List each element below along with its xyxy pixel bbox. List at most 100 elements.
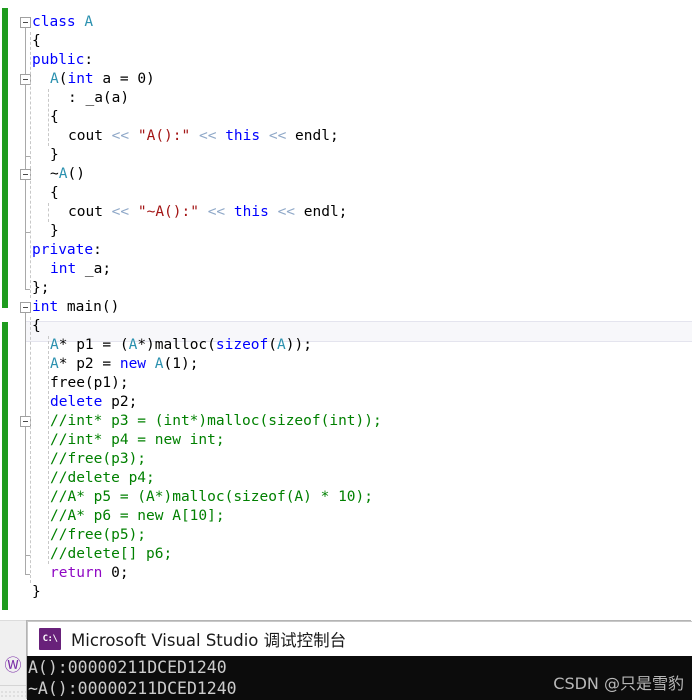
code-line[interactable]: int _a; bbox=[50, 260, 111, 279]
code-token: class bbox=[32, 14, 85, 30]
code-surface[interactable]: class A{public: A(int a = 0): _a(a){cout … bbox=[26, 0, 692, 620]
indent-guide bbox=[30, 32, 31, 298]
code-line[interactable]: : _a(a) bbox=[68, 89, 129, 108]
code-token: << bbox=[207, 204, 226, 220]
code-editor[interactable]: class A{public: A(int a = 0): _a(a){cout … bbox=[0, 0, 692, 620]
strip-rule bbox=[0, 685, 27, 686]
code-token: main() bbox=[58, 299, 120, 315]
code-token: ( bbox=[268, 337, 278, 353]
code-line[interactable]: A* p2 = new A(1); bbox=[50, 355, 198, 374]
code-token: int bbox=[67, 71, 94, 87]
code-token: } bbox=[50, 147, 59, 163]
indent-guide bbox=[30, 317, 31, 583]
code-token: << bbox=[111, 204, 130, 220]
code-token: free(p1); bbox=[50, 375, 129, 391]
code-line[interactable]: } bbox=[50, 222, 59, 241]
code-line[interactable]: return 0; bbox=[50, 564, 129, 583]
code-token: int bbox=[50, 261, 77, 277]
code-token: int bbox=[32, 299, 59, 315]
code-line[interactable]: //free(p3); bbox=[50, 450, 146, 469]
code-token: public bbox=[32, 52, 85, 68]
code-token: : _a(a) bbox=[68, 90, 130, 106]
indent-guide bbox=[48, 336, 49, 564]
code-line[interactable]: //int* p4 = new int; bbox=[50, 431, 225, 450]
code-token: _a; bbox=[76, 261, 112, 277]
code-token: cout bbox=[68, 128, 112, 144]
code-token: "~A():" bbox=[137, 204, 199, 220]
code-token: << bbox=[268, 128, 287, 144]
code-line[interactable]: { bbox=[50, 184, 59, 203]
code-token: new bbox=[119, 356, 147, 372]
indent-guide bbox=[48, 89, 49, 146]
code-token: A bbox=[50, 356, 59, 372]
code-token: cout bbox=[68, 204, 112, 220]
assistant-icon[interactable]: Ⓦ bbox=[3, 656, 23, 676]
code-line[interactable]: { bbox=[32, 32, 41, 51]
code-line[interactable]: //free(p5); bbox=[50, 526, 146, 545]
code-token: //A* p5 = (A*)malloc(sizeof(A) * 10); bbox=[50, 489, 374, 505]
code-token: A bbox=[277, 337, 286, 353]
code-line[interactable]: A* p1 = (A*)malloc(sizeof(A)); bbox=[50, 336, 312, 355]
code-token: //delete[] p6; bbox=[50, 546, 173, 562]
code-token: delete bbox=[50, 394, 103, 410]
code-token: << bbox=[111, 128, 130, 144]
code-line[interactable]: A(int a = 0) bbox=[50, 70, 155, 89]
code-line[interactable]: delete p2; bbox=[50, 393, 137, 412]
code-token: this bbox=[233, 204, 269, 220]
code-token: (1); bbox=[163, 356, 199, 372]
code-token: *)malloc( bbox=[137, 337, 216, 353]
code-token: << bbox=[198, 128, 217, 144]
code-line[interactable]: free(p1); bbox=[50, 374, 129, 393]
code-token: * p2 = bbox=[58, 356, 120, 372]
code-token: //int* p4 = new int; bbox=[50, 432, 225, 448]
code-token: { bbox=[50, 109, 59, 125]
code-line[interactable]: { bbox=[50, 108, 59, 127]
code-line[interactable]: } bbox=[32, 583, 41, 602]
code-token: A bbox=[84, 14, 94, 30]
code-line[interactable]: }; bbox=[32, 279, 49, 298]
code-token: 0; bbox=[102, 565, 129, 581]
code-line[interactable]: cout << "A():" << this << endl; bbox=[68, 127, 339, 146]
code-line[interactable]: public: bbox=[32, 51, 93, 70]
code-line[interactable]: //A* p5 = (A*)malloc(sizeof(A) * 10); bbox=[50, 488, 373, 507]
code-line[interactable]: ~A() bbox=[50, 165, 85, 184]
code-token: A bbox=[154, 356, 164, 372]
code-line[interactable]: } bbox=[50, 146, 59, 165]
code-line[interactable]: //A* p6 = new A[10]; bbox=[50, 507, 225, 526]
code-token: * p1 = ( bbox=[58, 337, 129, 353]
code-line[interactable]: class A bbox=[32, 13, 93, 32]
code-token: A bbox=[128, 337, 138, 353]
change-bar-modified bbox=[2, 8, 8, 308]
code-token: () bbox=[67, 166, 85, 182]
code-line[interactable]: private: bbox=[32, 241, 102, 260]
code-token: sizeof bbox=[215, 337, 269, 353]
outlining-margin[interactable] bbox=[10, 0, 31, 620]
console-titlebar[interactable]: C:\ Microsoft Visual Studio 调试控制台 bbox=[27, 621, 692, 656]
console-title: Microsoft Visual Studio 调试控制台 bbox=[71, 631, 347, 650]
code-token: //free(p3); bbox=[50, 451, 147, 467]
code-token: p2; bbox=[102, 394, 138, 410]
code-token: } bbox=[32, 584, 41, 600]
code-line[interactable]: { bbox=[32, 317, 41, 336]
code-line[interactable]: //delete[] p6; bbox=[50, 545, 172, 564]
change-bar-modified bbox=[2, 322, 8, 610]
code-token: A bbox=[50, 71, 59, 87]
code-token: endl; bbox=[295, 204, 348, 220]
debug-console-window[interactable]: C:\ Microsoft Visual Studio 调试控制台 A():00… bbox=[27, 621, 692, 700]
code-token: { bbox=[32, 33, 41, 49]
code-token: }; bbox=[32, 280, 50, 296]
code-token: << bbox=[277, 204, 296, 220]
code-line[interactable]: int main() bbox=[32, 298, 119, 317]
code-token: endl; bbox=[286, 128, 339, 144]
code-line[interactable]: //int* p3 = (int*)malloc(sizeof(int)); bbox=[50, 412, 382, 431]
code-token: "A():" bbox=[137, 128, 191, 144]
code-line[interactable]: cout << "~A():" << this << endl; bbox=[68, 203, 347, 222]
code-line[interactable]: //delete p4; bbox=[50, 469, 155, 488]
strip-separator bbox=[0, 620, 27, 621]
code-token: A bbox=[50, 337, 59, 353]
